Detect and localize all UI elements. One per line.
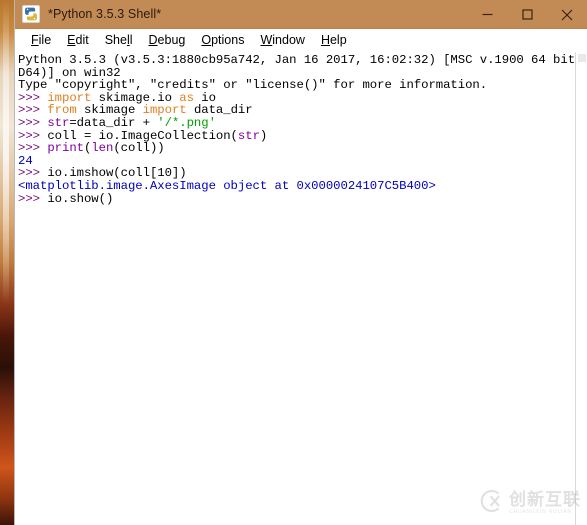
shell-output-text[interactable]: Python 3.5.3 (v3.5.3:1880cb95a742, Jan 1…: [15, 52, 575, 525]
menu-item-window[interactable]: Window: [252, 31, 312, 49]
screen: *Python 3.5.3 Shell* File Edit Shell Deb…: [0, 0, 587, 525]
window-controls: [467, 0, 587, 29]
console-token-builtin: print: [47, 141, 84, 156]
console-line: >>> io.show(): [18, 191, 575, 206]
console-token-plain: ): [259, 128, 268, 143]
console-area: Python 3.5.3 (v3.5.3:1880cb95a742, Jan 1…: [15, 52, 587, 525]
desktop-wallpaper: [0, 0, 14, 525]
menu-mnemonic: W: [260, 33, 273, 47]
menu-item-shell[interactable]: Shell: [97, 31, 141, 49]
minimize-button[interactable]: [467, 0, 507, 29]
menu-item-options[interactable]: Options: [193, 31, 252, 49]
vertical-scrollbar[interactable]: [575, 52, 587, 525]
window-title: *Python 3.5.3 Shell*: [48, 7, 162, 21]
menu-mnemonic: O: [201, 33, 212, 47]
menu-item-file[interactable]: File: [23, 31, 59, 49]
menubar: File Edit Shell Debug Options Window Help: [15, 29, 587, 52]
menu-mnemonic: F: [31, 33, 39, 47]
console-token-plain: (coll)): [113, 141, 165, 156]
maximize-button[interactable]: [507, 0, 547, 29]
menu-mnemonic: H: [320, 33, 330, 47]
console-line: >>> print(len(coll)): [18, 142, 575, 155]
menu-mnemonic: l: [126, 33, 130, 47]
menu-item-edit[interactable]: Edit: [59, 31, 97, 49]
close-button[interactable]: [547, 0, 587, 29]
window-titlebar[interactable]: *Python 3.5.3 Shell*: [15, 0, 587, 29]
python-shell-window: *Python 3.5.3 Shell* File Edit Shell Deb…: [14, 0, 587, 525]
console-token-plain: io.show(): [47, 191, 114, 206]
console-token-builtin: len: [91, 141, 114, 156]
python-idle-icon: [22, 5, 40, 23]
menu-item-help[interactable]: Help: [313, 31, 355, 49]
console-token-builtin: str: [237, 128, 260, 143]
menu-mnemonic: E: [67, 33, 76, 47]
menu-item-debug[interactable]: Debug: [141, 31, 194, 49]
console-token-prompt: >>>: [18, 191, 48, 206]
wallpaper-highlight: [3, 0, 9, 525]
menu-mnemonic: D: [148, 33, 158, 47]
scrollbar-up-arrow[interactable]: [578, 54, 586, 62]
